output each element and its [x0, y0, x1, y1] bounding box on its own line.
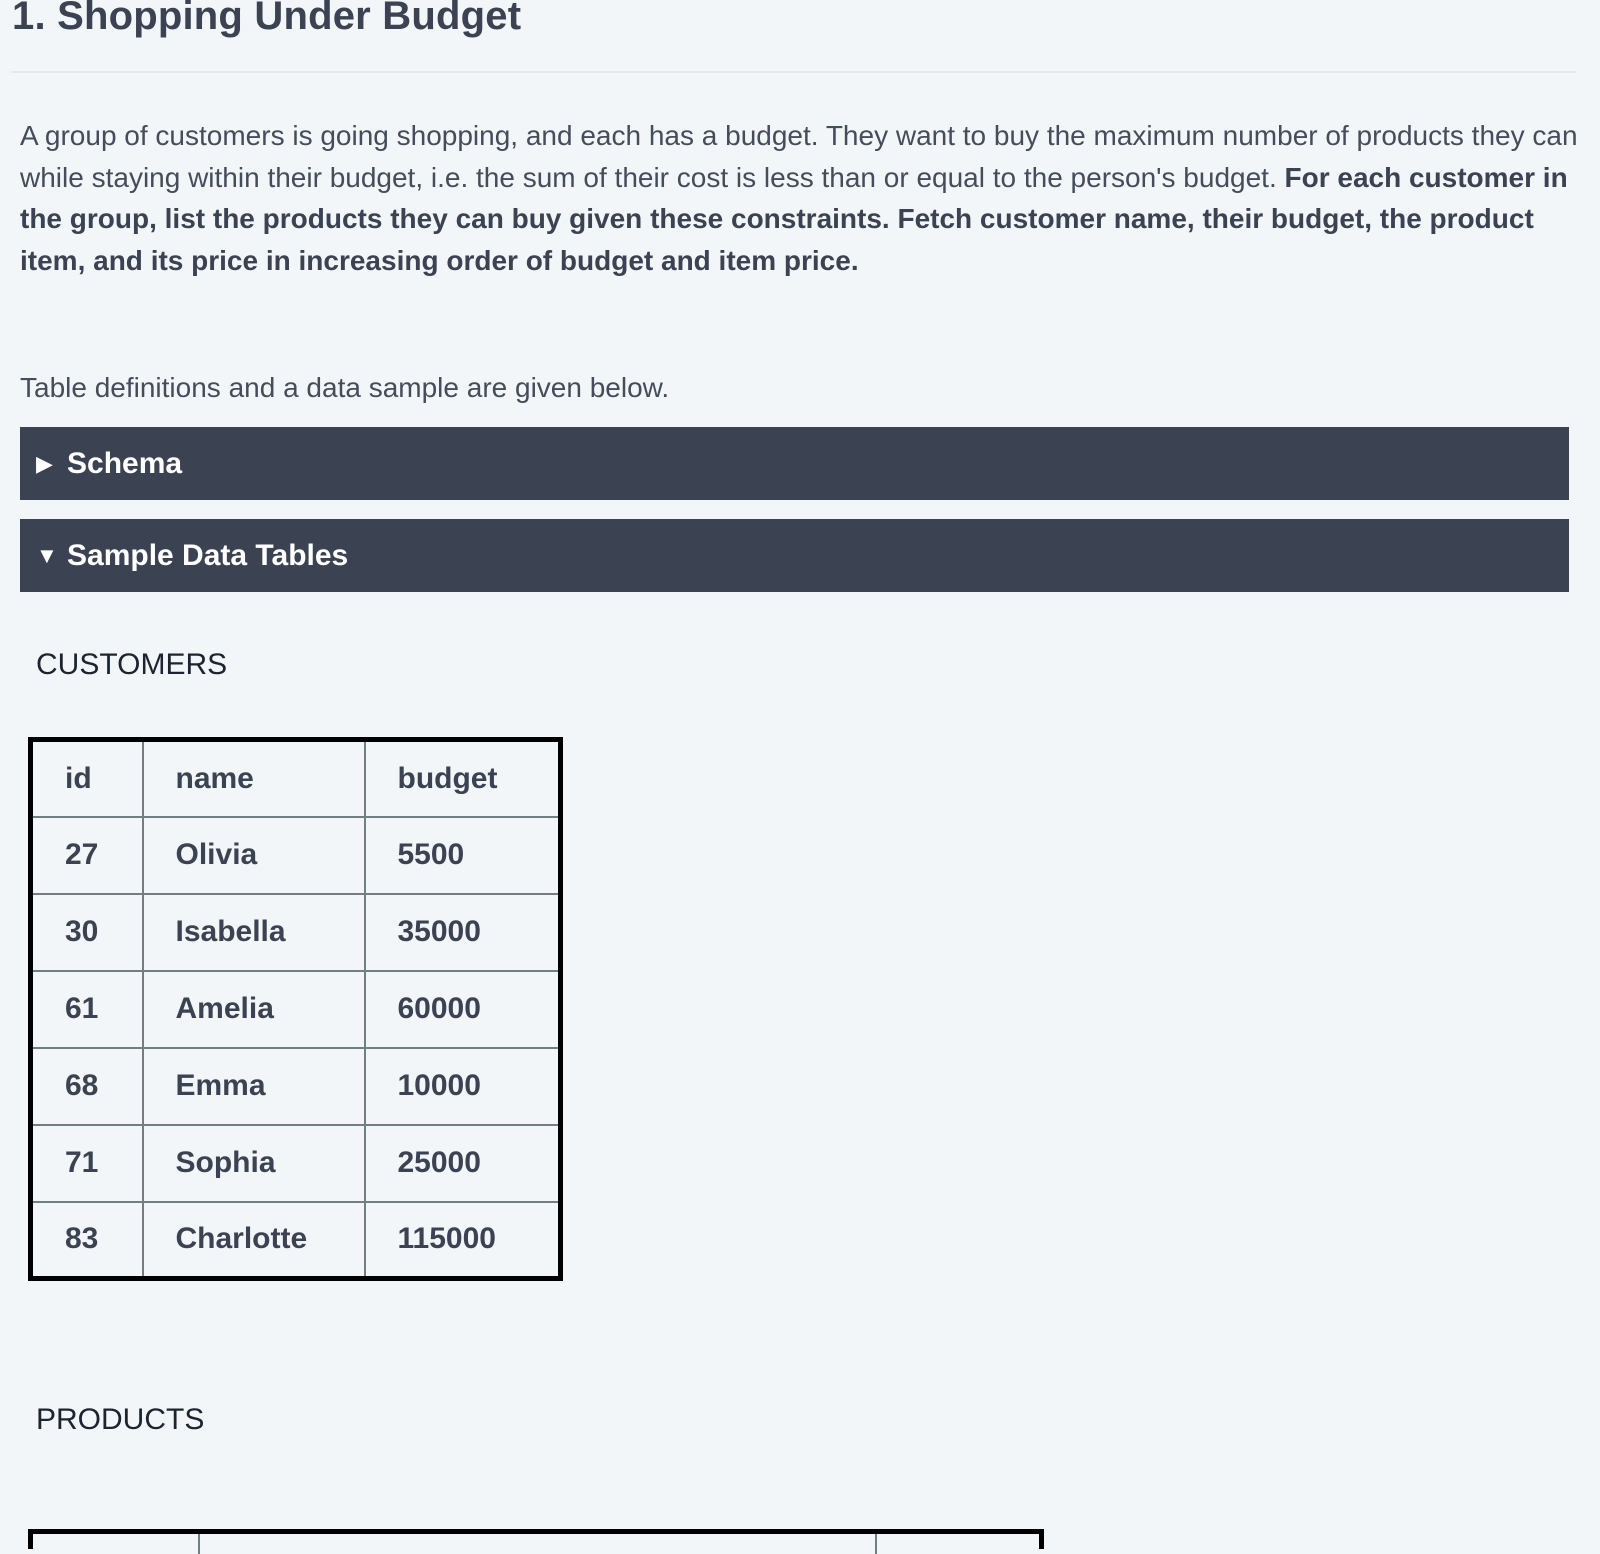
table-row: 27 Olivia 5500	[30, 815, 561, 895]
problem-description: A group of customers is going shopping, …	[20, 115, 1580, 281]
products-table	[28, 1529, 1044, 1554]
customers-table: id name budget 27 Olivia 5500 30 Isabell…	[28, 737, 563, 1281]
table-cell: 35000	[363, 892, 561, 972]
table-cell: 83	[30, 1200, 144, 1279]
table-cell: Olivia	[141, 815, 366, 895]
header-cell: name	[141, 739, 366, 818]
products-table-title: PRODUCTS	[36, 1403, 205, 1436]
table-row: 61 Amelia 60000	[30, 969, 561, 1049]
table-cell: 27	[30, 815, 144, 895]
schema-accordion[interactable]: ▶ Schema	[20, 427, 1569, 500]
page-title: 1. Shopping Under Budget	[12, 0, 522, 38]
table-cell: 61	[30, 969, 144, 1049]
column-divider	[875, 1534, 877, 1554]
header-cell: id	[30, 739, 144, 818]
schema-accordion-label: Schema	[67, 446, 183, 480]
title-divider	[12, 71, 1576, 73]
sample-data-accordion[interactable]: ▼ Sample Data Tables	[20, 519, 1569, 592]
table-cell: 5500	[363, 815, 561, 895]
table-cell: 10000	[363, 1046, 561, 1126]
customers-table-title: CUSTOMERS	[36, 648, 228, 681]
table-row: 68 Emma 10000	[30, 1046, 561, 1126]
table-cell: Emma	[141, 1046, 366, 1126]
table-cell: 60000	[363, 969, 561, 1049]
table-cell: 115000	[363, 1200, 561, 1279]
triangle-right-icon: ▶	[36, 450, 53, 476]
table-row: 83 Charlotte 115000	[30, 1200, 561, 1279]
table-cell: 71	[30, 1123, 144, 1203]
column-divider	[198, 1534, 200, 1554]
table-row: 30 Isabella 35000	[30, 892, 561, 972]
table-cell: Isabella	[141, 892, 366, 972]
table-row: 71 Sophia 25000	[30, 1123, 561, 1203]
sample-data-accordion-label: Sample Data Tables	[67, 538, 349, 572]
table-cell: Charlotte	[141, 1200, 366, 1279]
table-cell: 25000	[363, 1123, 561, 1203]
table-cell: 30	[30, 892, 144, 972]
header-cell: budget	[363, 739, 561, 818]
triangle-down-icon: ▼	[36, 542, 58, 568]
table-cell: 68	[30, 1046, 144, 1126]
tables-intro: Table definitions and a data sample are …	[20, 372, 670, 403]
table-cell: Sophia	[141, 1123, 366, 1203]
table-header-row: id name budget	[30, 739, 561, 818]
table-cell: Amelia	[141, 969, 366, 1049]
